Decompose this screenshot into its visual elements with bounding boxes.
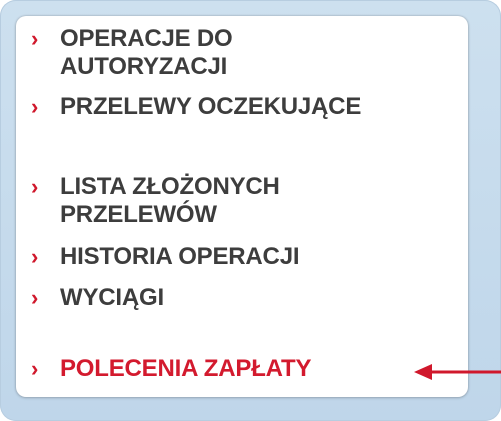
menu-item-label: PRZELEWY OCZEKUJĄCE [60, 93, 362, 120]
chevron-right-icon: › [31, 174, 39, 199]
menu-item-label: HISTORIA OPERACJI [60, 243, 300, 270]
menu-item-label-line-2: AUTORYZACJI [60, 53, 228, 80]
menu-item-polecenia-zaplaty[interactable]: › POLECENIA ZAPŁATY [31, 355, 440, 383]
menu-item-przelewy-oczekujace[interactable]: › PRZELEWY OCZEKUJĄCE [31, 93, 440, 121]
menu-item-label: WYCIĄGI [60, 284, 164, 311]
menu-item-operacje-do-autoryzacji[interactable]: › OPERACJE DO AUTORYZACJI [31, 25, 440, 81]
menu-item-historia-operacji[interactable]: › HISTORIA OPERACJI [31, 243, 440, 271]
menu-item-lista-zlozonych-przelewow[interactable]: › LISTA ZŁOŻONYCH PRZELEWÓW [31, 173, 440, 229]
menu-frame: › OPERACJE DO AUTORYZACJI › PRZELEWY OCZ… [0, 0, 501, 421]
menu-item-label-line-2: PRZELEWÓW [60, 201, 217, 228]
menu-item-label-line-1: OPERACJE DO [60, 25, 233, 52]
chevron-right-icon: › [31, 356, 39, 381]
menu-item-label-line-1: LISTA ZŁOŻONYCH [60, 173, 280, 200]
chevron-right-icon: › [31, 285, 39, 310]
chevron-right-icon: › [31, 94, 39, 119]
chevron-right-icon: › [31, 244, 39, 269]
chevron-right-icon: › [31, 26, 39, 51]
menu-item-label: POLECENIA ZAPŁATY [60, 355, 312, 382]
menu-panel: › OPERACJE DO AUTORYZACJI › PRZELEWY OCZ… [16, 16, 468, 397]
menu-item-wyciagi[interactable]: › WYCIĄGI [31, 284, 440, 312]
